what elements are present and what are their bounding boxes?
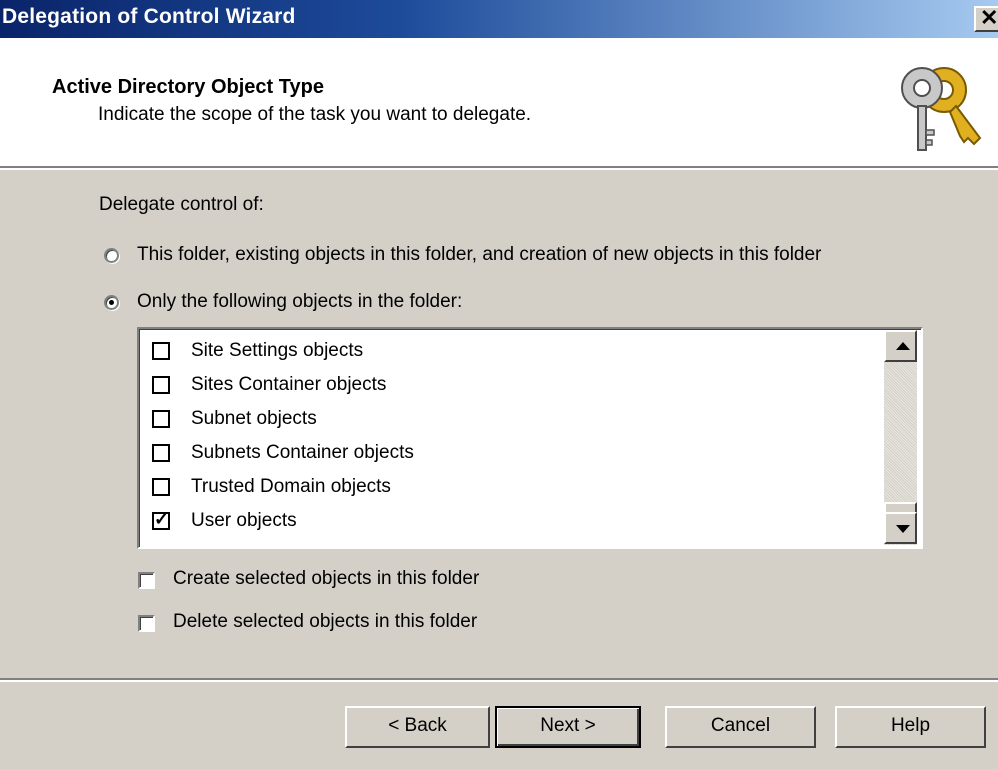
radio-selected-dot [109, 300, 114, 305]
radio-this-folder[interactable] [104, 248, 119, 263]
scroll-thumb[interactable] [884, 502, 917, 512]
arrow-up-icon [896, 342, 910, 350]
list-item-label[interactable]: Site Settings objects [191, 340, 363, 362]
list-checkbox[interactable] [152, 342, 170, 360]
footer-divider-highlight [0, 680, 998, 682]
wizard-header [0, 38, 998, 166]
list-item-label[interactable]: Sites Container objects [191, 374, 386, 396]
list-item-label[interactable]: User objects [191, 510, 297, 532]
cancel-button[interactable]: Cancel [665, 706, 816, 748]
create-objects-checkbox[interactable] [138, 572, 155, 589]
object-type-list[interactable]: Site Settings objects Sites Container ob… [137, 327, 923, 549]
keys-icon [901, 67, 982, 151]
page-title: Active Directory Object Type [52, 76, 324, 98]
list-checkbox[interactable] [152, 478, 170, 496]
radio-following-objects-label[interactable]: Only the following objects in the folder… [137, 291, 462, 313]
check-icon: ✓ [154, 509, 170, 529]
close-icon: ✕ [980, 5, 998, 30]
list-item-label[interactable]: Subnet objects [191, 408, 317, 430]
arrow-down-icon [896, 525, 910, 533]
back-button[interactable]: < Back [345, 706, 490, 748]
title-bar: Delegation of Control Wizard ✕ [0, 0, 998, 38]
list-checkbox-checked[interactable]: ✓ [152, 509, 170, 530]
radio-following-objects[interactable] [104, 295, 119, 310]
list-item-label[interactable]: Trusted Domain objects [191, 476, 391, 498]
list-item-label[interactable]: Subnets Container objects [191, 442, 414, 464]
scroll-down-button[interactable] [884, 512, 917, 544]
scroll-up-button[interactable] [884, 330, 917, 362]
list-checkbox[interactable] [152, 410, 170, 428]
delete-objects-label[interactable]: Delete selected objects in this folder [173, 611, 477, 633]
list-checkbox[interactable] [152, 444, 170, 462]
delegate-control-label: Delegate control of: [99, 194, 264, 215]
create-objects-label[interactable]: Create selected objects in this folder [173, 568, 479, 590]
radio-this-folder-label[interactable]: This folder, existing objects in this fo… [137, 244, 821, 266]
page-subtitle: Indicate the scope of the task you want … [98, 104, 532, 125]
delete-objects-checkbox[interactable] [138, 615, 155, 632]
list-scrollbar[interactable] [884, 330, 917, 545]
list-checkbox[interactable] [152, 376, 170, 394]
help-button[interactable]: Help [835, 706, 986, 748]
next-button[interactable]: Next > [495, 706, 641, 748]
window-title: Delegation of Control Wizard [2, 5, 296, 28]
close-button[interactable]: ✕ [974, 6, 998, 32]
header-divider-highlight [0, 168, 998, 170]
